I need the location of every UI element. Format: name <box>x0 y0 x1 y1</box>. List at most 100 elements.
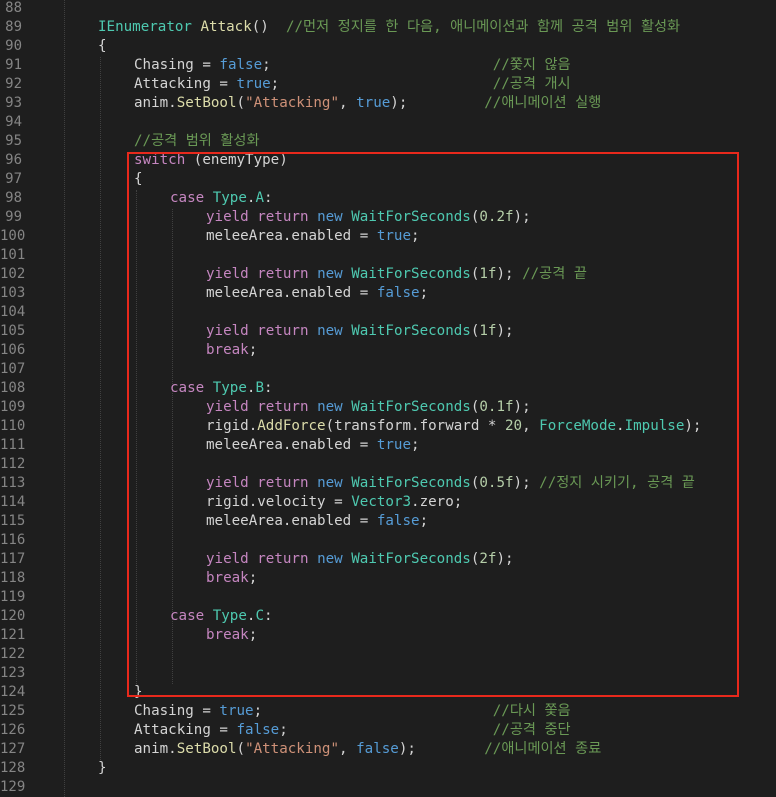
code-token: "Attacking" <box>245 95 340 111</box>
code-line[interactable]: rigid.velocity = Vector3.zero; <box>206 493 462 512</box>
code-token: true <box>376 228 412 244</box>
code-token: 0.5f <box>479 475 514 491</box>
code-token: rigid <box>206 418 249 434</box>
code-token: anim <box>134 95 169 111</box>
code-token: break <box>206 342 249 358</box>
code-line[interactable]: yield return new WaitForSeconds(1f); //공… <box>206 265 587 284</box>
code-line[interactable]: yield return new WaitForSeconds(0.5f); /… <box>206 474 695 493</box>
code-token: Vector3 <box>351 494 412 510</box>
code-token: new <box>317 209 343 225</box>
code-token: = <box>351 285 377 301</box>
code-line[interactable]: yield return new WaitForSeconds(0.2f); <box>206 208 531 227</box>
code-token: ( <box>236 741 246 757</box>
code-token: 1f <box>479 266 497 282</box>
code-line[interactable]: meleeArea.enabled = true; <box>206 436 420 455</box>
code-token: yield <box>206 323 249 339</box>
code-token: = <box>210 722 237 738</box>
code-token: ; <box>411 437 420 453</box>
code-token: Impulse <box>624 418 685 434</box>
code-token: 0.2f <box>479 209 514 225</box>
code-line[interactable]: Attacking = false; //공격 중단 <box>134 721 571 740</box>
code-editor[interactable]: 88 89 90 91 92 93 94 95 96 97 98 99 100 101 102 103 104 1… <box>0 0 776 797</box>
code-line[interactable]: break; <box>206 341 257 360</box>
indent-guide <box>100 57 101 760</box>
code-line[interactable]: anim.SetBool("Attacking", false); //애니메이… <box>134 740 601 759</box>
code-line[interactable]: rigid.AddForce(transform.forward * 20, F… <box>206 417 701 436</box>
code-line[interactable]: switch (enemyType) <box>134 151 288 170</box>
code-line[interactable]: break; <box>206 626 257 645</box>
code-token: = <box>325 494 352 510</box>
code-line[interactable]: { <box>98 37 107 56</box>
code-token: (enemyType) <box>185 152 288 168</box>
code-token: return <box>257 475 309 491</box>
code-token: rigid <box>206 494 249 510</box>
code-token: true <box>376 437 412 453</box>
code-token: //먼저 정지를 한 다음, 애니메이션과 함께 공격 범위 활성화 <box>285 19 681 35</box>
code-line[interactable]: case Type.B: <box>170 379 273 398</box>
code-token: meleeArea <box>206 437 283 453</box>
code-line[interactable]: break; <box>206 569 257 588</box>
code-area[interactable]: IEnumerator Attack() //먼저 정지를 한 다음, 애니메이… <box>0 0 776 797</box>
code-token: meleeArea <box>206 285 283 301</box>
code-line[interactable]: IEnumerator Attack() //먼저 정지를 한 다음, 애니메이… <box>98 18 680 37</box>
code-token: ; <box>419 285 429 301</box>
code-token: true <box>356 95 391 111</box>
code-token: Type <box>212 380 247 396</box>
code-line[interactable]: case Type.C: <box>170 607 273 626</box>
code-token: yield <box>206 399 249 415</box>
code-line[interactable]: Attacking = true; //공격 개시 <box>134 75 571 94</box>
code-token: ; <box>279 722 493 738</box>
code-line[interactable]: { <box>134 170 143 189</box>
code-token: ); <box>513 209 531 225</box>
code-line[interactable]: Chasing = false; //쫓지 않음 <box>134 56 571 75</box>
code-token: C <box>255 608 264 624</box>
code-token: 0.1f <box>479 399 514 415</box>
code-line[interactable]: meleeArea.enabled = false; <box>206 512 428 531</box>
code-token: false <box>376 285 420 301</box>
code-token: //애니메이션 종료 <box>484 741 602 757</box>
code-token: yield <box>206 209 249 225</box>
code-token: yield <box>206 266 249 282</box>
code-token: ; <box>248 570 258 586</box>
code-token: ; <box>248 627 258 643</box>
code-token: case <box>170 190 205 206</box>
code-line[interactable]: Chasing = true; //다시 쫓음 <box>134 702 571 721</box>
code-line[interactable]: meleeArea.enabled = true; <box>206 227 420 246</box>
code-token: anim <box>134 741 169 757</box>
code-line[interactable]: meleeArea.enabled = false; <box>206 284 428 303</box>
code-token: . <box>248 418 258 434</box>
code-token: ; <box>419 513 429 529</box>
code-token: return <box>257 323 309 339</box>
code-token: return <box>257 399 309 415</box>
code-token: yield <box>206 551 249 567</box>
code-line[interactable]: } <box>134 683 143 702</box>
code-token: : <box>263 190 273 206</box>
code-token: = <box>351 437 377 453</box>
code-line[interactable]: yield return new WaitForSeconds(1f); <box>206 322 514 341</box>
code-line[interactable]: anim.SetBool("Attacking", true); //애니메이션… <box>134 94 601 113</box>
code-token: = <box>210 76 237 92</box>
code-line[interactable]: case Type.A: <box>170 189 273 208</box>
code-line[interactable]: } <box>98 759 107 778</box>
code-token: new <box>317 323 343 339</box>
code-token: Chasing <box>134 57 194 73</box>
code-token: = <box>351 513 377 529</box>
code-line[interactable]: yield return new WaitForSeconds(0.1f); <box>206 398 531 417</box>
code-line[interactable]: yield return new WaitForSeconds(2f); <box>206 550 514 569</box>
code-token: enabled <box>291 285 352 301</box>
code-token: AddForce <box>257 418 326 434</box>
code-token: meleeArea <box>206 513 283 529</box>
code-token: false <box>356 741 399 757</box>
code-token: "Attacking" <box>245 741 340 757</box>
code-line[interactable]: //공격 범위 활성화 <box>134 132 260 151</box>
